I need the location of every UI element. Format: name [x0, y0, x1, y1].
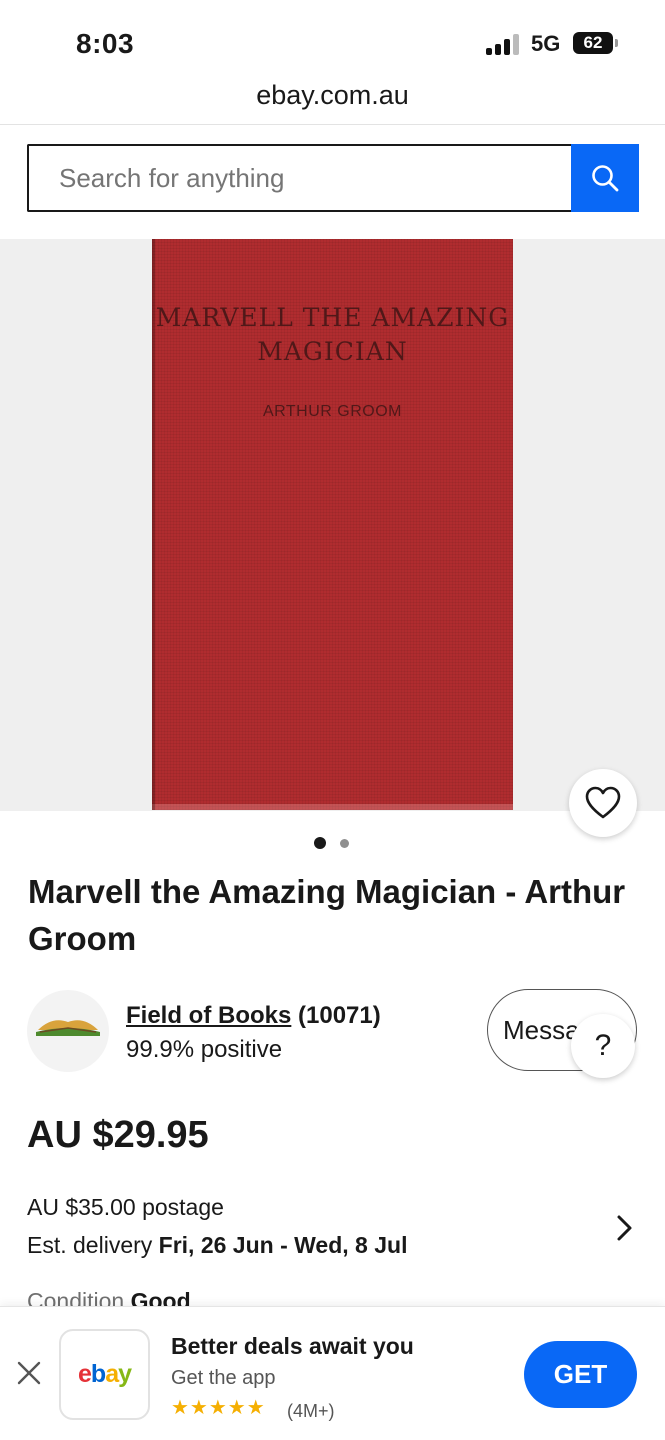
search-icon	[592, 165, 619, 192]
seller-info: Field of Books (10071)	[126, 1002, 381, 1030]
ebay-logo-text: ebay	[78, 1360, 132, 1388]
product-image[interactable]: MARVELL THE AMAZING MAGICIAN ARTHUR GROO…	[152, 239, 513, 810]
postage-cost: AU $35.00 postage	[27, 1194, 224, 1220]
close-icon[interactable]	[15, 1359, 43, 1387]
seller-positive-rating: 99.9% positive	[126, 1036, 283, 1063]
help-button[interactable]: ?	[571, 1014, 635, 1078]
condition-label: Condition	[27, 1288, 131, 1308]
signal-icon	[486, 33, 520, 55]
seller-logo[interactable]	[27, 990, 109, 1072]
search-button[interactable]	[571, 144, 639, 212]
app-download-banner: ebay Better deals await you Get the app …	[0, 1306, 665, 1440]
chevron-right-icon[interactable]	[612, 1213, 636, 1243]
estimated-delivery: Est. delivery Fri, 26 Jun - Wed, 8 Jul	[27, 1232, 407, 1259]
rating-count: (4M+)	[287, 1401, 335, 1421]
search-bar	[27, 144, 639, 212]
search-input[interactable]	[27, 144, 573, 212]
pagination-dot[interactable]	[314, 837, 326, 849]
status-time: 8:03	[76, 28, 135, 59]
delivery-dates: Fri, 26 Jun - Wed, 8 Jul	[158, 1232, 408, 1258]
item-condition: Condition Good	[27, 1288, 191, 1308]
status-bar: 8:03 5G 62	[0, 0, 665, 70]
seller-feedback-count: (10071)	[291, 1002, 381, 1029]
battery-icon: 62	[573, 32, 613, 54]
rating-stars-icon: ★★★★★	[171, 1397, 266, 1419]
banner-subtitle: Get the app	[171, 1367, 276, 1389]
battery-cap	[615, 39, 618, 47]
pagination-dot[interactable]	[340, 838, 349, 848]
field-of-books-logo	[36, 1020, 100, 1036]
cover-author: ARTHUR GROOM	[262, 403, 403, 420]
banner-title: Better deals await you	[171, 1333, 414, 1359]
get-app-button[interactable]: GET	[524, 1341, 637, 1408]
cover-title: MARVELL THE AMAZING MAGICIAN	[155, 303, 510, 366]
address-bar-url[interactable]: ebay.com.au	[0, 80, 665, 111]
ebay-app-icon: ebay	[59, 1329, 150, 1420]
condition-value: Good	[130, 1288, 191, 1308]
heart-icon	[585, 786, 621, 819]
item-title: Marvell the Amazing Magician - Arthur Gr…	[28, 873, 626, 957]
item-price: AU $29.95	[27, 1114, 209, 1156]
seller-name-link[interactable]: Field of Books	[126, 1002, 291, 1029]
gallery-pagination	[0, 837, 665, 851]
image-gallery[interactable]: MARVELL THE AMAZING MAGICIAN ARTHUR GROO…	[0, 239, 665, 811]
delivery-prefix: Est. delivery	[27, 1232, 159, 1258]
network-label: 5G	[531, 31, 561, 56]
watchlist-button[interactable]	[569, 769, 637, 837]
divider	[0, 124, 665, 125]
